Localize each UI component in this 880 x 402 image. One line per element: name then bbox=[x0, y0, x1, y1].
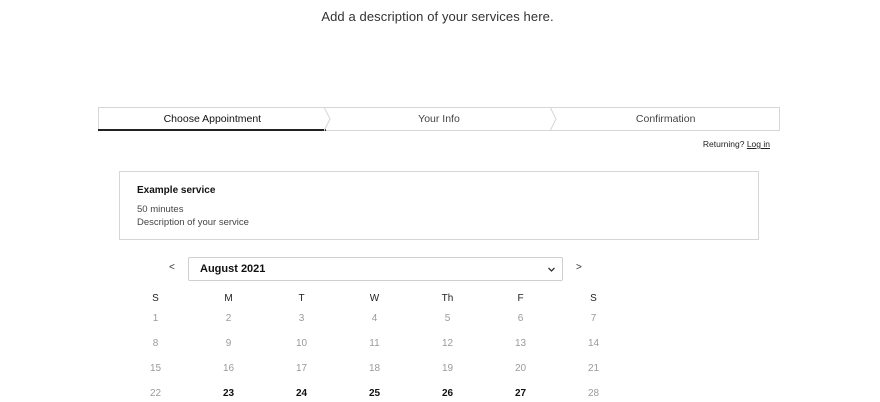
calendar-day-unavailable: 20 bbox=[514, 363, 527, 374]
weekday-label: F bbox=[517, 293, 524, 304]
previous-month-button[interactable]: < bbox=[169, 262, 175, 273]
step-separator-icon bbox=[550, 107, 557, 131]
calendar-day-unavailable: 14 bbox=[587, 338, 600, 349]
calendar-day-unavailable: 10 bbox=[295, 338, 308, 349]
month-select-value: August 2021 bbox=[200, 263, 266, 275]
weekday-label: S bbox=[152, 293, 159, 304]
services-description: Add a description of your services here. bbox=[321, 9, 554, 24]
calendar-day-unavailable: 21 bbox=[587, 363, 600, 374]
calendar-day-unavailable: 12 bbox=[441, 338, 454, 349]
service-description: Description of your service bbox=[137, 217, 249, 228]
booking-steps: Choose Appointment Your Info Confirmatio… bbox=[98, 107, 780, 131]
calendar-day-unavailable: 9 bbox=[225, 338, 232, 349]
weekday-label: M bbox=[224, 293, 233, 304]
calendar-day-unavailable: 2 bbox=[225, 313, 232, 324]
returning-prompt: Returning? bbox=[702, 139, 745, 149]
next-month-button[interactable]: > bbox=[576, 262, 582, 273]
weekday-label: W bbox=[369, 293, 380, 304]
step-label: Choose Appointment bbox=[163, 113, 262, 125]
weekday-label: Th bbox=[441, 293, 454, 304]
calendar-day-unavailable: 1 bbox=[152, 313, 159, 324]
calendar-day-unavailable: 3 bbox=[298, 313, 305, 324]
calendar-day-unavailable: 18 bbox=[368, 363, 381, 374]
calendar-day-unavailable: 15 bbox=[149, 363, 162, 374]
calendar-day-unavailable: 7 bbox=[590, 313, 597, 324]
step-your-info[interactable]: Your Info bbox=[326, 107, 557, 131]
step-label: Your Info bbox=[418, 113, 460, 125]
weekday-label: T bbox=[298, 293, 305, 304]
weekday-label: S bbox=[590, 293, 597, 304]
step-confirmation[interactable]: Confirmation bbox=[552, 108, 779, 130]
returning-login: Returning? Log in bbox=[703, 139, 770, 149]
calendar-day-unavailable: 11 bbox=[369, 338, 380, 349]
calendar-day-unavailable: 4 bbox=[371, 313, 378, 324]
calendar-day-unavailable: 5 bbox=[444, 313, 451, 324]
calendar-day-unavailable: 16 bbox=[222, 363, 235, 374]
calendar-day-unavailable: 13 bbox=[514, 338, 527, 349]
service-card[interactable]: Example service 50 minutes Description o… bbox=[119, 171, 759, 240]
step-separator-icon bbox=[323, 107, 331, 131]
calendar-day-unavailable: 6 bbox=[517, 313, 524, 324]
chevron-down-icon bbox=[548, 267, 555, 272]
step-label: Confirmation bbox=[635, 113, 696, 125]
step-choose-appointment[interactable]: Choose Appointment bbox=[98, 107, 331, 131]
month-select[interactable]: August 2021 bbox=[188, 257, 563, 281]
calendar-day-unavailable: 19 bbox=[441, 363, 454, 374]
login-link[interactable]: Log in bbox=[747, 139, 770, 149]
service-duration: 50 minutes bbox=[137, 204, 184, 215]
calendar-day-unavailable: 17 bbox=[295, 363, 308, 374]
service-name: Example service bbox=[137, 185, 216, 196]
calendar-day-unavailable: 8 bbox=[152, 338, 159, 349]
